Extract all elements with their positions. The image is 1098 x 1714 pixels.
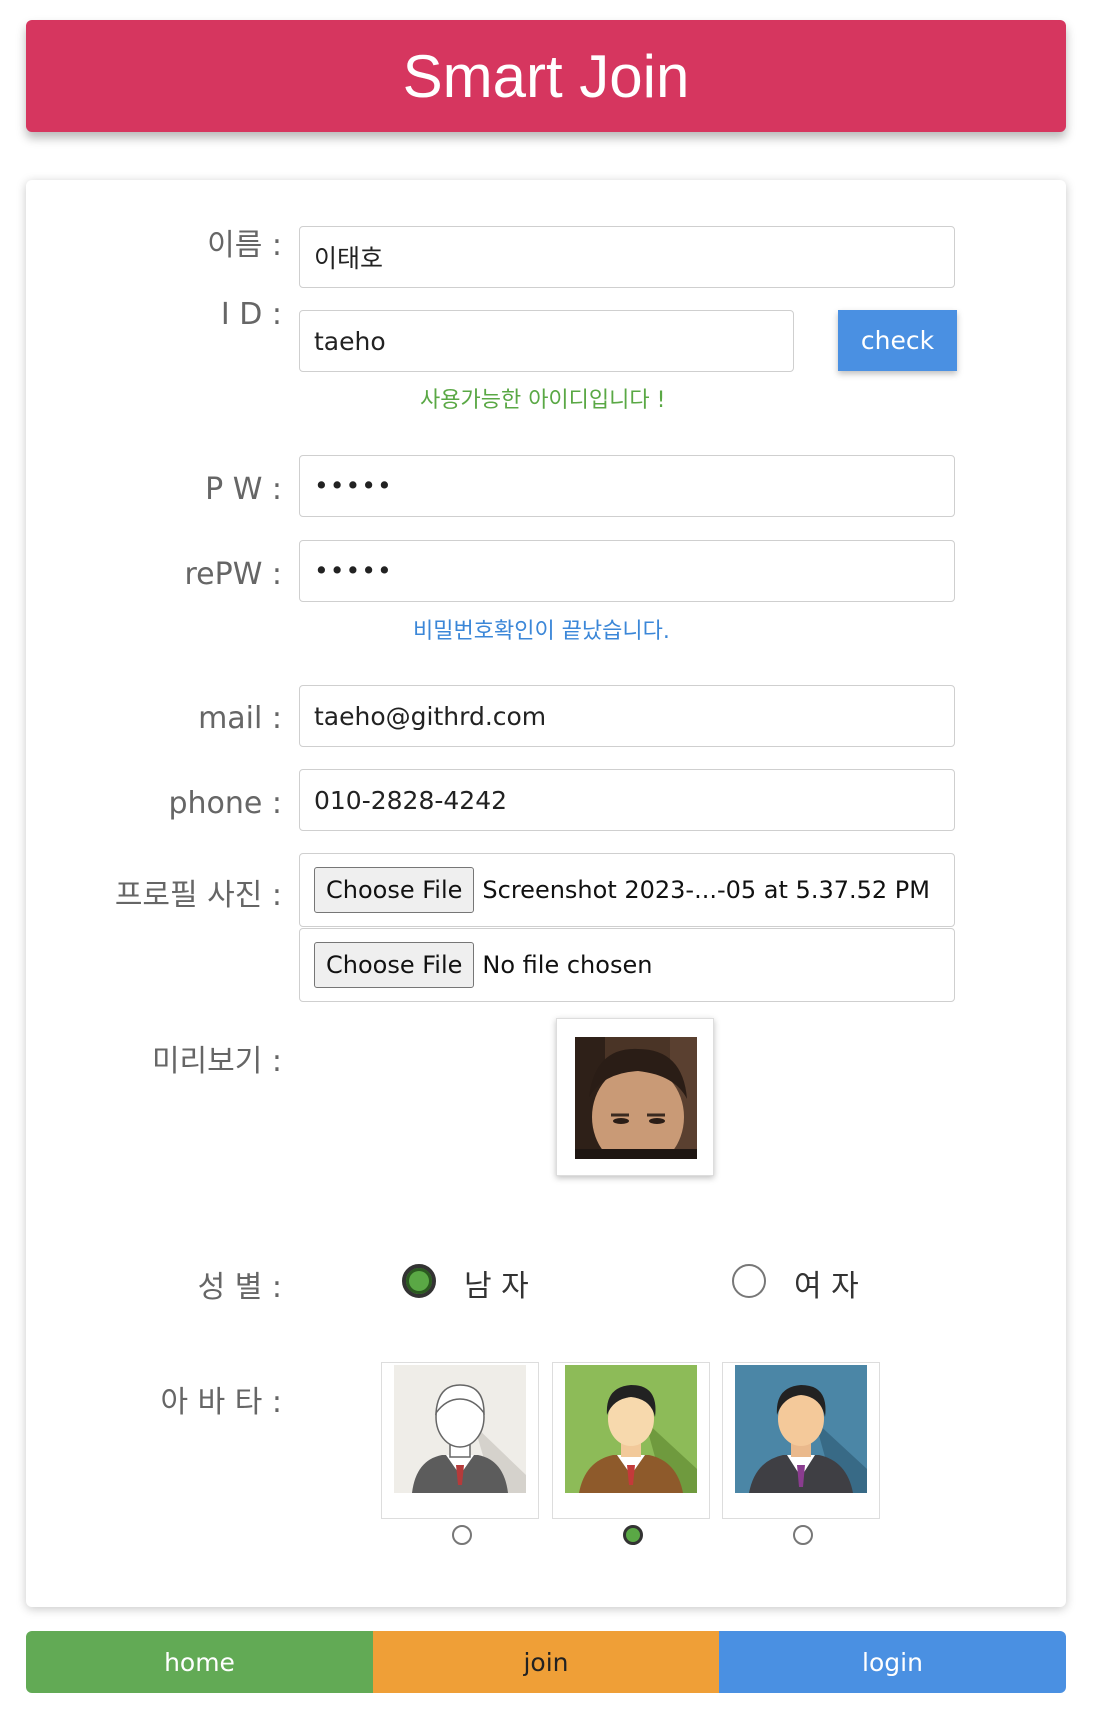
nav-home-button[interactable]: home	[26, 1631, 373, 1693]
mail-label: mail :	[198, 701, 282, 736]
id-check-button[interactable]: check	[838, 310, 957, 371]
avatar-label: 아 바 타 :	[160, 1385, 282, 1420]
avatar-green-icon	[565, 1365, 697, 1493]
gender-male-text: 남 자	[464, 1269, 529, 1304]
selected-file-name: Screenshot 2023-...-05 at 5.37.52 PM	[482, 876, 930, 904]
page-title: Smart Join	[402, 42, 690, 110]
profile-file-input-2: Choose File No file chosen	[299, 928, 955, 1002]
avatar-option-3[interactable]	[722, 1362, 880, 1519]
avatar-option-2[interactable]	[552, 1362, 710, 1519]
avatar-option-1[interactable]	[381, 1362, 539, 1519]
header-bar: Smart Join	[26, 20, 1066, 132]
pw-label: P W :	[205, 472, 282, 507]
profile-photo-preview	[575, 1037, 697, 1159]
gender-female-text: 여 자	[794, 1269, 859, 1304]
nav-join-button[interactable]: join	[373, 1631, 719, 1693]
avatar-radio-2[interactable]	[623, 1525, 643, 1545]
name-input[interactable]	[299, 226, 955, 288]
mail-input[interactable]	[299, 685, 955, 747]
gender-label: 성 별 :	[197, 1270, 282, 1305]
gender-female-radio[interactable]	[732, 1264, 766, 1298]
name-label: 이름 :	[207, 228, 282, 263]
id-label: I D :	[220, 297, 282, 332]
id-available-message: 사용가능한 아이디입니다 !	[420, 388, 666, 413]
phone-label: phone :	[168, 786, 282, 821]
preview-label: 미리보기 :	[151, 1044, 282, 1079]
repw-label: rePW :	[184, 557, 282, 592]
selected-file-name: No file chosen	[482, 951, 653, 979]
gender-male-radio[interactable]	[402, 1264, 436, 1298]
avatar-white-icon	[394, 1365, 526, 1493]
pw-input[interactable]: •••••	[299, 455, 955, 517]
choose-file-button[interactable]: Choose File	[314, 942, 475, 988]
phone-input[interactable]	[299, 769, 955, 831]
avatar-radio-1[interactable]	[452, 1525, 472, 1545]
nav-login-button[interactable]: login	[719, 1631, 1066, 1693]
repw-input[interactable]: •••••	[299, 540, 955, 602]
avatar-radio-3[interactable]	[793, 1525, 813, 1545]
profile-file-input-1: Choose File Screenshot 2023-...-05 at 5.…	[299, 853, 955, 927]
avatar-blue-icon	[735, 1365, 867, 1493]
pw-confirm-message: 비밀번호확인이 끝났습니다.	[413, 619, 670, 644]
choose-file-button[interactable]: Choose File	[314, 867, 475, 913]
preview-frame	[556, 1018, 714, 1176]
profile-photo-label: 프로필 사진 :	[114, 878, 282, 913]
id-input[interactable]	[299, 310, 794, 372]
